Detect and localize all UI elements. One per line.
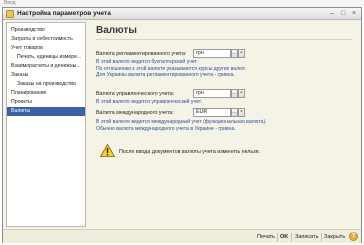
sidebar-item-settlements[interactable]: Взаиморасчеты и денежны... [7, 62, 85, 71]
sidebar-item-currencies[interactable]: Валюты [7, 107, 85, 116]
save-button[interactable]: Записать [295, 233, 319, 242]
sidebar-item-production-orders[interactable]: Заказы на производство [7, 80, 85, 89]
sidebar-item-production[interactable]: Производство [7, 26, 85, 35]
reg-currency-clear-button[interactable]: × [238, 49, 245, 58]
maximize-icon[interactable]: □ [339, 10, 347, 18]
print-button[interactable]: Печать [257, 233, 275, 242]
reg-currency-input[interactable]: грн [193, 49, 231, 58]
mgmt-currency-note-1: В этой валюте ведется управленческий уче… [96, 99, 202, 105]
footer-divider [291, 233, 292, 242]
sidebar-item-orders[interactable]: Заказы [7, 71, 85, 80]
close-button[interactable]: Закрыть [324, 233, 345, 242]
minimize-icon[interactable]: – [328, 10, 336, 18]
app-icon [6, 10, 14, 18]
sidebar-item-projects[interactable]: Проекты [7, 98, 85, 107]
intl-currency-select-button[interactable]: … [231, 108, 238, 117]
mgmt-currency-clear-button[interactable]: × [238, 89, 245, 98]
sidebar-item-goods[interactable]: Учет товаров [7, 44, 85, 53]
mgmt-currency-label: Валюта управленческого учета: [96, 91, 175, 97]
intl-currency-clear-button[interactable]: × [238, 108, 245, 117]
mgmt-currency-select-button[interactable]: … [231, 89, 238, 98]
sidebar-item-costs[interactable]: Затраты и себестоимость [7, 35, 85, 44]
sidebar-item-print-units[interactable]: Печать, единицы измере... [7, 53, 85, 62]
title-bar[interactable]: Настройка параметров учета – □ × [3, 8, 361, 20]
intl-currency-label: Валюта международного учета: [96, 110, 174, 116]
sidebar-item-planning[interactable]: Планирование [7, 89, 85, 98]
footer-divider [277, 233, 278, 242]
footer-bar: Печать OK Записать Закрыть ? [3, 229, 361, 243]
settings-window: Настройка параметров учета – □ × Произво… [2, 7, 362, 243]
intl-currency-input[interactable]: EUR [193, 108, 231, 117]
footer-divider [321, 233, 322, 242]
help-icon[interactable]: ? [349, 232, 358, 241]
intl-currency-note-2: Обычно валюта международного учета в Укр… [96, 125, 236, 132]
warning-icon [100, 144, 115, 157]
warning-text: После ввода документов валюты учета изме… [119, 149, 260, 155]
outer-window-title: Ввод [0, 0, 364, 7]
window-title: Настройка параметров учета [17, 10, 111, 17]
reg-currency-label: Валюта регламентированного учета: [96, 51, 187, 57]
ok-button[interactable]: OK [280, 233, 288, 242]
title-divider [96, 39, 352, 40]
page-title: Валюты [96, 25, 137, 36]
reg-currency-note-3: Для Украины валюта регламентированного у… [96, 72, 235, 78]
sidebar: Производство Затраты и себестоимость Уче… [6, 22, 86, 227]
close-icon[interactable]: × [350, 10, 358, 18]
main-panel: Валюты Валюта регламентированного учета:… [90, 22, 358, 227]
mgmt-currency-input[interactable]: грн [193, 89, 231, 98]
reg-currency-select-button[interactable]: … [231, 49, 238, 58]
